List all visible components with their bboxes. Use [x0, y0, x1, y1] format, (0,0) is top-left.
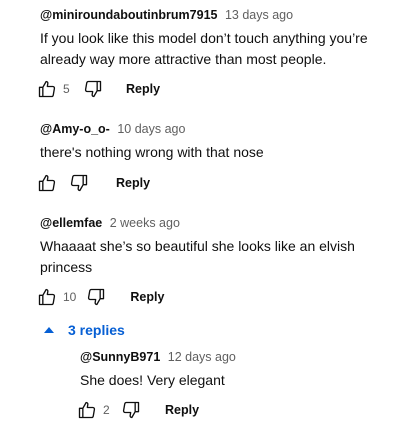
- thumbs-up-icon[interactable]: [37, 173, 57, 193]
- comment-time[interactable]: 13 days ago: [225, 8, 293, 22]
- reply-button[interactable]: Reply: [130, 290, 164, 304]
- comment-author[interactable]: @ellemfae: [40, 216, 102, 230]
- comment: @miniroundaboutinbrum7915 13 days ago If…: [40, 7, 394, 70]
- reply-button[interactable]: Reply: [116, 176, 150, 190]
- caret-up-icon: [44, 327, 54, 333]
- comment-time[interactable]: 2 weeks ago: [110, 216, 180, 230]
- comment-author[interactable]: @SunnyB971: [80, 350, 160, 364]
- comment-author[interactable]: @miniroundaboutinbrum7915: [40, 8, 217, 22]
- like-count: 2: [103, 403, 110, 417]
- comment-header: @ellemfae 2 weeks ago: [40, 215, 394, 231]
- comment: @ellemfae 2 weeks ago Whaaaat she’s so b…: [40, 215, 394, 278]
- like-count: 10: [63, 290, 77, 304]
- comment-author[interactable]: @Amy-o_o-: [40, 122, 110, 136]
- thumbs-down-icon[interactable]: [69, 173, 89, 193]
- comment-actions: 10 Reply: [37, 285, 164, 309]
- reply-button[interactable]: Reply: [165, 403, 199, 417]
- comment-text: there's nothing wrong with that nose: [40, 144, 264, 160]
- comment-time[interactable]: 12 days ago: [168, 350, 236, 364]
- thumbs-down-icon[interactable]: [86, 287, 106, 307]
- comment-text: Whaaaat she’s so beautiful she looks lik…: [40, 238, 355, 275]
- comment-text: She does! Very elegant: [80, 372, 225, 388]
- replies-toggle-label: 3 replies: [68, 322, 125, 338]
- replies-toggle-button[interactable]: 3 replies: [44, 320, 125, 340]
- comment-header: @SunnyB971 12 days ago: [80, 349, 394, 365]
- comment-text: If you look like this model don’t touch …: [40, 30, 368, 67]
- reply-button[interactable]: Reply: [126, 82, 160, 96]
- thumbs-down-icon[interactable]: [121, 400, 141, 420]
- thumbs-up-icon[interactable]: [77, 400, 97, 420]
- thumbs-up-icon[interactable]: [37, 287, 57, 307]
- comment-actions: 2 Reply: [77, 398, 199, 422]
- thumbs-down-icon[interactable]: [83, 79, 103, 99]
- comment-header: @Amy-o_o- 10 days ago: [40, 121, 394, 137]
- comment: @Amy-o_o- 10 days ago there's nothing wr…: [40, 121, 394, 163]
- thumbs-up-icon[interactable]: [37, 79, 57, 99]
- like-count: 5: [63, 82, 70, 96]
- reply-comment: @SunnyB971 12 days ago She does! Very el…: [80, 349, 394, 391]
- comment-time[interactable]: 10 days ago: [117, 122, 185, 136]
- comment-actions: Reply: [37, 171, 150, 195]
- comment-actions: 5 Reply: [37, 77, 160, 101]
- comment-header: @miniroundaboutinbrum7915 13 days ago: [40, 7, 394, 23]
